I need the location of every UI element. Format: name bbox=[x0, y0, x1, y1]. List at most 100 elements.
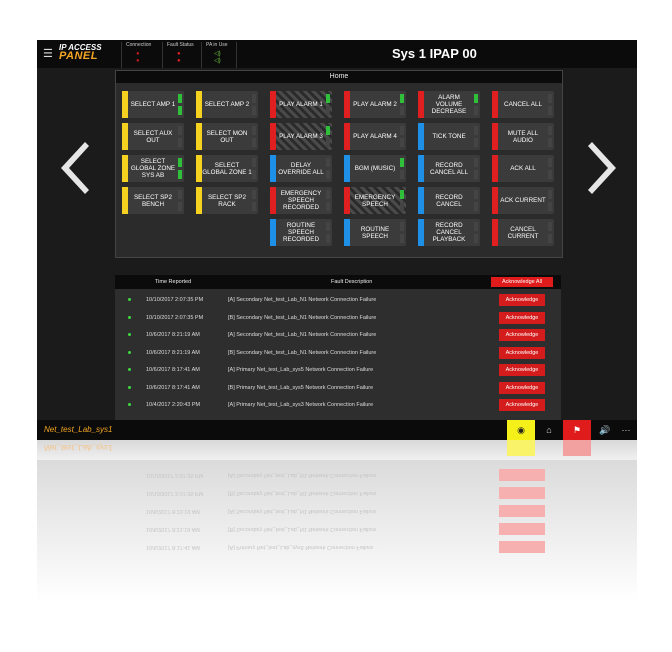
col-time-reported: Time Reported bbox=[155, 279, 192, 285]
panel-button[interactable]: SELECT AMP 1 bbox=[122, 91, 184, 118]
panel-button[interactable]: RECORD CANCEL ALL bbox=[418, 155, 480, 182]
status-dot-icon bbox=[128, 385, 131, 389]
button-indicator bbox=[474, 94, 478, 103]
panel-button[interactable]: BGM (MUSIC) bbox=[344, 155, 406, 182]
reflection-ack bbox=[499, 541, 545, 553]
fault-description: [A] Primary Net_test_Lab_sys3 Network Co… bbox=[228, 402, 374, 408]
menu-icon[interactable]: ☰ bbox=[43, 47, 53, 60]
panel-button[interactable]: DELAY OVERRIDE ALL bbox=[270, 155, 332, 182]
button-indicator bbox=[178, 190, 182, 199]
reflection-row: 10/6/2017 8:21:19 AM [B] Secondary Net_te… bbox=[115, 520, 561, 537]
reflection-desc: [A] Secondary Net_test_Lab_N1 Network Co… bbox=[228, 472, 377, 478]
panel-button[interactable]: EMERGENCY SPEECH bbox=[344, 187, 406, 214]
button-indicator bbox=[178, 138, 182, 147]
time-reported: 10/10/2017 2:07:35 PM bbox=[146, 297, 204, 303]
acknowledge-button[interactable]: Acknowledge bbox=[499, 346, 545, 359]
panel-title: Home bbox=[116, 71, 562, 83]
panel-button[interactable]: ACK ALL bbox=[492, 155, 554, 182]
button-label: SELECT AUX OUT bbox=[133, 129, 173, 144]
acknowledge-button[interactable]: Acknowledge bbox=[499, 399, 545, 411]
previous-page-arrow-icon[interactable] bbox=[55, 138, 95, 198]
panel-button[interactable]: PLAY ALARM 4 bbox=[344, 123, 406, 150]
button-indicator bbox=[548, 222, 552, 231]
connection-status: Connection ● ● bbox=[121, 42, 151, 68]
button-indicator bbox=[178, 158, 182, 167]
panel-button[interactable]: SELECT MON OUT bbox=[196, 123, 258, 150]
acknowledge-button[interactable]: Acknowledge bbox=[499, 364, 545, 376]
button-indicator bbox=[400, 106, 404, 115]
reflection: Net_test_Lab_sys1 10/10/2017 2:07:35 PM [… bbox=[37, 440, 637, 610]
panel-button[interactable]: ROUTINE SPEECH RECORDED bbox=[270, 219, 332, 246]
button-label: SELECT AMP 1 bbox=[130, 101, 176, 108]
button-indicator bbox=[326, 126, 330, 135]
pa-in-use-label: PA in Use bbox=[206, 42, 228, 48]
top-bar: ☰ IP ACCESS PANEL Connection ● ● Fault St… bbox=[37, 40, 637, 68]
button-label: SELECT MON OUT bbox=[206, 129, 248, 144]
button-indicator bbox=[400, 138, 404, 147]
col-fault-description: Fault Description bbox=[331, 279, 373, 285]
panel-button[interactable]: SELECT GLOBAL ZONE 1 bbox=[196, 155, 258, 182]
reflection-ack bbox=[499, 505, 545, 517]
panel-button[interactable]: ALARM VOLUME DECREASE bbox=[418, 91, 480, 118]
fault-list-header: Time Reported Fault Description Acknowle… bbox=[115, 275, 561, 289]
button-indicator bbox=[474, 170, 478, 179]
button-label: ROUTINE SPEECH RECORDED bbox=[282, 222, 320, 243]
button-indicator bbox=[548, 158, 552, 167]
panel-button[interactable]: RECORD CANCEL PLAYBACK bbox=[418, 219, 480, 246]
panel-button[interactable]: TICK TONE bbox=[418, 123, 480, 150]
panel-button[interactable]: SELECT GLOBAL ZONE SYS AB bbox=[122, 155, 184, 182]
button-label: CANCEL CURRENT bbox=[507, 225, 539, 240]
acknowledge-button[interactable]: Acknowledge bbox=[499, 329, 545, 341]
logo: IP ACCESS PANEL bbox=[59, 43, 114, 65]
button-label: RECORD CANCEL PLAYBACK bbox=[432, 222, 466, 243]
reflection-ack bbox=[499, 469, 545, 481]
reflection-ack bbox=[499, 523, 545, 535]
button-label: SELECT SP2 BENCH bbox=[133, 193, 173, 208]
fault-list: Time Reported Fault Description Acknowle… bbox=[115, 275, 561, 440]
panel-button[interactable]: ACK CURRENT bbox=[492, 187, 554, 214]
panel-button[interactable]: CANCEL CURRENT bbox=[492, 219, 554, 246]
reflection-row: 10/6/2017 8:17:41 AM [A] Primary Net_test… bbox=[115, 538, 561, 555]
acknowledge-button[interactable]: Acknowledge bbox=[499, 311, 545, 324]
button-indicator bbox=[326, 234, 330, 243]
button-label: EMERGENCY SPEECH RECORDED bbox=[280, 190, 322, 211]
button-indicator bbox=[474, 138, 478, 147]
reflection-desc: [A] Primary Net_test_Lab_sys5 Network Co… bbox=[228, 544, 374, 550]
status-dot-icon bbox=[128, 350, 131, 354]
panel-button[interactable]: MUTE ALL AUDIO bbox=[492, 123, 554, 150]
acknowledge-button[interactable]: Acknowledge bbox=[499, 381, 545, 394]
button-indicator bbox=[326, 202, 330, 211]
panel-button[interactable]: SELECT SP2 BENCH bbox=[122, 187, 184, 214]
acknowledge-all-button[interactable]: Acknowledge All bbox=[491, 277, 553, 287]
panel-button[interactable]: ROUTINE SPEECH bbox=[344, 219, 406, 246]
button-indicator bbox=[326, 190, 330, 199]
button-label: PLAY ALARM 1 bbox=[279, 101, 323, 108]
reflection-desc: [B] Secondary Net_test_Lab_N1 Network Co… bbox=[228, 526, 377, 532]
next-page-arrow-icon[interactable] bbox=[582, 138, 622, 198]
table-row: 10/10/2017 2:07:35 PM [A] Secondary Net_t… bbox=[115, 292, 561, 309]
more-icon[interactable]: ··· bbox=[612, 420, 637, 440]
time-reported: 10/10/2017 2:07:35 PM bbox=[146, 314, 204, 321]
home-icon[interactable]: ⌂ bbox=[535, 420, 563, 440]
panel-button[interactable]: SELECT SP2 RACK bbox=[196, 187, 258, 214]
button-indicator bbox=[474, 202, 478, 211]
panel-button[interactable]: SELECT AMP 2 bbox=[196, 91, 258, 118]
panel-button[interactable]: PLAY ALARM 1 bbox=[270, 91, 332, 118]
panel-button[interactable]: PLAY ALARM 3 bbox=[270, 123, 332, 150]
fault-description: [B] Primary Net_test_Lab_sys5 Network Co… bbox=[228, 384, 374, 391]
flag-icon[interactable]: ⚑ bbox=[563, 420, 591, 440]
fault-status-label: Fault Status bbox=[167, 42, 194, 48]
button-label: DELAY OVERRIDE ALL bbox=[278, 161, 324, 176]
button-indicator bbox=[252, 202, 256, 211]
button-indicator bbox=[178, 202, 182, 211]
status-dot-icon bbox=[128, 368, 131, 371]
button-indicator bbox=[400, 126, 404, 135]
panel-button[interactable]: PLAY ALARM 2 bbox=[344, 91, 406, 118]
panel-button[interactable]: SELECT AUX OUT bbox=[122, 123, 184, 150]
panel-button[interactable]: CANCEL ALL bbox=[492, 91, 554, 118]
panel-button[interactable]: EMERGENCY SPEECH RECORDED bbox=[270, 187, 332, 214]
button-label: SELECT GLOBAL ZONE SYS AB bbox=[130, 158, 176, 179]
acknowledge-button[interactable]: Acknowledge bbox=[499, 294, 545, 306]
target-icon[interactable]: ◉ bbox=[507, 420, 535, 440]
panel-button[interactable]: RECORD CANCEL bbox=[418, 187, 480, 214]
